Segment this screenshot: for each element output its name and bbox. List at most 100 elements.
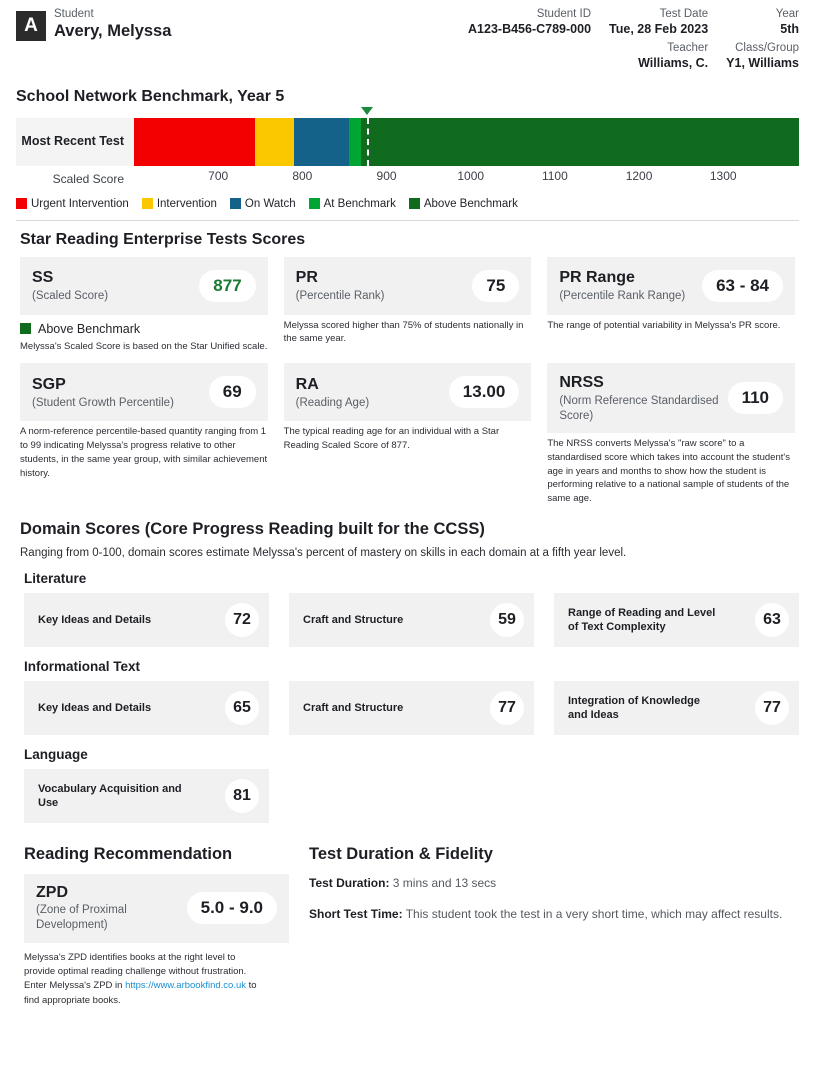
header-fields: Student ID A123-B456-C789-000 Test Date … [468,8,799,76]
domain-group-title: Informational Text [24,658,141,674]
domain-card-label: Range of Reading and Level of Text Compl… [568,606,716,633]
test-duration-line: Test Duration: 3 mins and 13 secs [309,874,799,893]
test-date-value: Tue, 28 Feb 2023 [609,21,709,36]
score-card-body: SGP (Student Growth Percentile) 69 [20,363,268,422]
domain-scores-title: Domain Scores (Core Progress Reading bui… [20,519,485,538]
test-duration-value: 3 mins and 13 secs [392,875,497,890]
score-card-value: 110 [727,382,783,415]
benchmark-row-label: Most Recent Test [16,117,134,166]
axis-tick: 700 [208,168,229,183]
reading-recommendation-title: Reading Recommendation [24,844,233,863]
domain-group-title: Language [24,746,88,762]
class-group-value: Y1, Williams [726,55,799,70]
score-card: NRSS (Norm Reference Standardised Score) 1… [547,363,795,506]
score-marker-arrow-icon [361,106,374,115]
domain-group: Informational Text Key Ideas and Details 6… [16,659,799,735]
score-card-value: 63 - 84 [702,269,783,302]
legend-label: Intervention [156,197,217,210]
test-date-field: Test Date Tue, 28 Feb 2023 [609,8,708,42]
benchmark-segment [361,117,799,166]
domain-card-label: Integration of Knowledge and Ideas [568,694,700,721]
score-card-value: 75 [472,269,520,302]
class-group-field: Class/Group Y1, Williams [726,42,799,76]
domain-card-score: 63 [755,602,789,637]
legend-swatch-icon [308,198,320,210]
domain-card-score: 72 [225,602,259,637]
domain-card-row: Key Ideas and Details 65 Craft and Structu… [24,680,799,735]
domain-card-score: 77 [755,690,789,725]
benchmark-title: School Network Benchmark, Year 5 [16,87,285,105]
avatar: A [16,11,46,41]
domain-card-row: Vocabulary Acquisition and Use 81 [24,768,799,823]
score-card-value: 877 [199,269,256,302]
domain-card: Key Ideas and Details 72 [24,592,269,647]
axis-tick: 1300 [709,168,737,183]
score-card-text: NRSS (Norm Reference Standardised Score) [559,373,719,423]
score-card-text: PR Range (Percentile Rank Range) [559,268,685,303]
short-test-time-line: Short Test Time: This student took the t… [309,905,799,924]
test-duration-label: Test Duration: [309,875,390,890]
domain-card-score: 77 [490,690,524,725]
benchmark-segment [255,117,294,166]
domain-card-score: 59 [490,602,524,637]
arbookfind-link[interactable]: https://www.arbookfind.co.uk [125,980,246,991]
student-id-label: Student ID [536,8,592,20]
domain-card-label: Vocabulary Acquisition and Use [38,782,182,809]
axis-tick: 1200 [625,168,653,183]
score-card-subtitle: (Norm Reference Standardised Score) [559,395,719,422]
score-cards-grid: SS (Scaled Score) 877 Above Benchmark Melyss… [16,256,799,506]
zpd-card: ZPD (Zone of Proximal Development) 5.0 -… [24,873,289,943]
score-card-value: 69 [208,376,256,409]
legend-label: Above Benchmark [423,197,518,210]
legend-label: Urgent Intervention [31,197,129,210]
domain-group: Literature Key Ideas and Details 72 Craft a… [16,571,799,647]
score-card-text: SGP (Student Growth Percentile) [32,375,174,410]
legend-item: On Watch [229,197,296,210]
domain-card-score: 81 [225,778,259,813]
domain-card: Integration of Knowledge and Ideas 77 [554,680,799,735]
teacher-field: Teacher Williams, C. [609,42,708,76]
axis-tick: 900 [376,168,397,183]
test-duration-title: Test Duration & Fidelity [309,844,493,863]
score-card-abbr: RA [295,375,319,393]
domain-card-label: Craft and Structure [303,701,404,714]
benchmark-bar-row: Most Recent Test [16,106,799,166]
legend-swatch-icon [141,198,153,210]
score-card-note: The typical reading age for an individua… [283,426,500,452]
score-card-subtitle: (Reading Age) [295,396,370,409]
score-card-note: The range of potential variability in Me… [547,319,781,331]
score-card-text: RA (Reading Age) [296,375,370,410]
benchmark-axis: Scaled Score 700 800 900 1000 1100 1200 1300 [16,166,799,192]
zpd-text: ZPD (Zone of Proximal Development) [36,884,144,933]
legend-item: Above Benchmark [408,197,518,210]
zpd-sub: (Zone of Proximal Development) [36,903,127,931]
bottom-section: Reading Recommendation ZPD (Zone of Prox… [16,845,799,1008]
score-card-abbr: NRSS [559,374,604,392]
domain-card: Range of Reading and Level of Text Compl… [554,592,799,647]
year-label: Year [775,8,799,20]
zpd-value: 5.0 - 9.0 [186,892,277,925]
short-test-time-value: This student took the test in a very sho… [405,906,783,921]
divider [16,219,799,221]
score-card: SGP (Student Growth Percentile) 69 A norm-r… [20,363,268,506]
score-card-subtitle: (Percentile Rank) [295,289,385,302]
score-card-body: SS (Scaled Score) 877 [20,256,268,315]
score-card-body: RA (Reading Age) 13.00 [283,363,532,422]
scores-section-title: Star Reading Enterprise Tests Scores [20,230,306,248]
score-card: RA (Reading Age) 13.00 The typical reading … [283,363,532,506]
benchmark-legend: Urgent Intervention Intervention On Watch A… [16,198,799,216]
domain-card: Key Ideas and Details 65 [24,680,269,735]
benchmark-chart: Most Recent Test Scaled Score 700 800 900 1… [16,106,799,221]
axis-tick: 1100 [541,168,568,183]
student-identity: A Student Avery, Melyssa [16,8,171,41]
score-card-body: NRSS (Norm Reference Standardised Score) 1… [547,363,795,434]
benchmark-segment [348,117,362,166]
domain-card: Craft and Structure 59 [289,592,534,647]
domain-card-row: Key Ideas and Details 72 Craft and Structu… [24,592,799,647]
domain-groups: Literature Key Ideas and Details 72 Craft a… [16,571,799,823]
student-id-value: A123-B456-C789-000 [468,21,592,36]
legend-label: On Watch [244,197,296,210]
score-card-note: A norm-reference percentile-based quanti… [20,426,268,479]
legend-swatch-icon [229,198,241,210]
score-card-body: PR Range (Percentile Rank Range) 63 - 84 [547,256,795,315]
